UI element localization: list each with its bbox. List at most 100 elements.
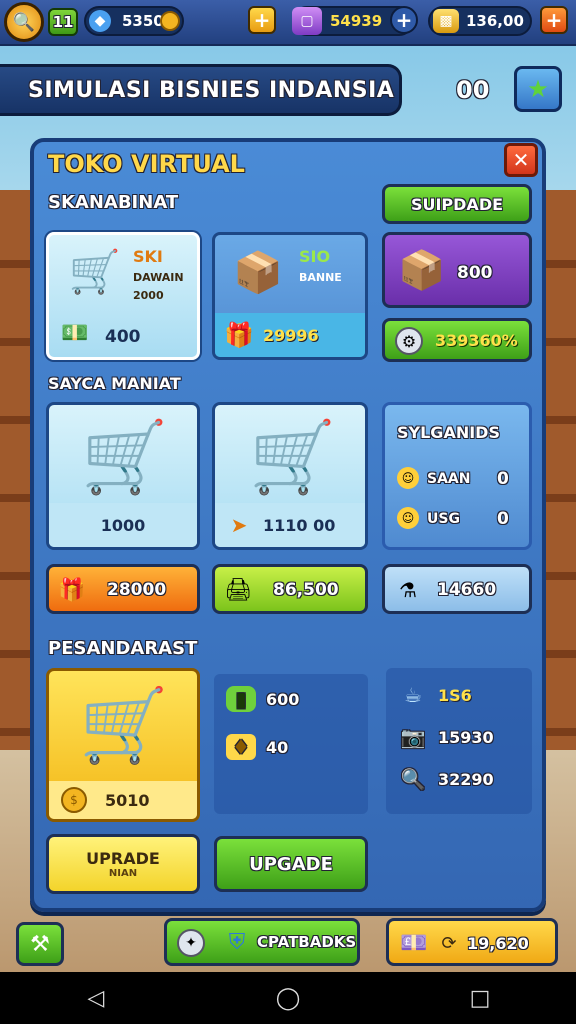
upgrade-small-sub: NIAN: [108, 868, 138, 879]
stat-row-cup: ☕ 1S6: [398, 682, 472, 708]
stat-ticket-value: 40: [266, 737, 289, 757]
close-button[interactable]: ✕: [504, 143, 538, 177]
add-coins-button[interactable]: +: [248, 6, 276, 34]
score-display: 00: [456, 76, 490, 104]
store-item-card-2[interactable]: 📦 SIO BANNE 🎁 29996: [212, 232, 368, 360]
stat-row-camera: 📷 15930: [398, 724, 494, 750]
gem-icon: ◆: [89, 10, 111, 32]
shopping-cart-icon: 🛒: [249, 415, 337, 498]
side-card-title: SYLGANIDS: [397, 423, 500, 442]
side-row1-label: SAAN: [427, 471, 471, 487]
stat-battery-value: 600: [266, 689, 300, 709]
shopping-cart-icon: 🛒: [68, 247, 122, 296]
gold-bars-icon: ▩: [433, 9, 459, 33]
level-badge: 11: [48, 8, 78, 36]
side-row2-value: 0: [497, 509, 509, 529]
cart1-price-strip: 1000: [49, 503, 197, 547]
card2-name: SIO: [299, 247, 331, 266]
hammer-icon: ⚒: [30, 931, 50, 957]
card1-sub2: 2000: [133, 289, 164, 302]
gems-value: 54939: [330, 12, 383, 30]
section1-title: SKANABINAT: [48, 192, 179, 213]
register-icon: 🖨: [224, 577, 252, 603]
stat-row-ticket: ♦ 40: [226, 734, 288, 760]
add-gems-button[interactable]: +: [390, 6, 418, 34]
gold-value: 136,00: [466, 12, 524, 30]
featured-price: 5010: [105, 790, 150, 810]
star-button[interactable]: ★: [514, 66, 562, 112]
back-icon[interactable]: ◁: [76, 986, 116, 1011]
card2-price-strip: 🎁 29996: [215, 313, 365, 357]
close-icon: ✕: [512, 148, 530, 172]
coin-icon: [160, 11, 180, 31]
money-icon: 💵: [61, 320, 89, 346]
currency-shop-button[interactable]: 💷 ⟳ 19,620: [386, 918, 558, 966]
stat-row-magnifier: 🔍 32290: [398, 766, 494, 792]
camera-icon: 📷: [400, 725, 426, 749]
shield-icon: ⛨: [228, 929, 246, 955]
store-shelf-left: [0, 190, 32, 750]
gift-icon: 🎁: [58, 577, 86, 603]
upgrade-big-button[interactable]: UPGADE: [214, 836, 368, 892]
featured-cart-card[interactable]: 🛒 $ 5010: [46, 668, 200, 822]
ticket-icon: ♦: [226, 734, 256, 760]
percent-button[interactable]: ⚙ 339360%: [382, 318, 532, 362]
cart2-price-strip: ➤ 1110 00: [215, 503, 365, 547]
shopping-cart-icon: 🛒: [79, 682, 169, 767]
battery-icon: ▮: [226, 686, 256, 712]
home-icon[interactable]: ◯: [268, 986, 308, 1011]
compass-icon: ✦: [177, 929, 205, 957]
lightblue-button-value: 14660: [437, 580, 497, 600]
cardboard-box-icon: 📦: [398, 247, 446, 292]
store-item-card-1[interactable]: 🛒 SKI DAWAIN 2000 💵 400: [46, 232, 200, 360]
card2-price: 29996: [263, 325, 319, 345]
side-row2-label: USG: [427, 511, 460, 527]
profile-icon[interactable]: 🔍: [4, 2, 44, 42]
gear-icon: ⚙: [395, 327, 423, 355]
stat-camera-value: 15930: [438, 727, 494, 747]
upgrade-small-button[interactable]: UPRADE NIAN: [46, 834, 200, 894]
section2-title: SAYCA MANIAT: [48, 374, 181, 393]
star-icon: ★: [527, 75, 549, 103]
featured-price-strip: $ 5010: [49, 781, 197, 819]
stat-row-battery: ▮ 600: [226, 686, 299, 712]
section3-title: PESANDARAST: [48, 638, 198, 659]
panel-title: TOKO VIRTUAL: [48, 150, 245, 178]
left-action-button[interactable]: ⚒: [16, 922, 64, 966]
catbadks-label: CPATBADKS: [257, 933, 357, 951]
stat-cup-value: 1S6: [438, 685, 472, 705]
percent-value: 339360%: [435, 331, 518, 350]
suipdade-button[interactable]: SUIPDADE: [382, 184, 532, 224]
shopping-cart-icon: 🛒: [81, 415, 169, 498]
system-navigation-bar: ◁ ◯ □: [0, 972, 576, 1024]
syl-ganids-card: SYLGANIDS ☺ SAAN 0 ☺ USG 0: [382, 402, 532, 550]
cart1-price: 1000: [100, 515, 146, 535]
card1-sub1: DAWAIN: [133, 271, 184, 284]
coins-pill: ◆ 53502: [84, 6, 184, 36]
cart2-price: 1110 00: [263, 515, 336, 535]
side-row1-value: 0: [497, 469, 509, 489]
catbadks-button[interactable]: ✦ ⛨ CPATBADKS: [164, 918, 360, 966]
magnifier-icon: 🔍: [400, 767, 426, 791]
refresh-icon: ⟳: [441, 932, 457, 954]
present-icon: 🎁: [224, 321, 254, 349]
upgrade-small-label: UPRADE: [86, 849, 160, 868]
add-gold-button[interactable]: +: [540, 6, 568, 34]
orange-buy-button[interactable]: 🎁 28000: [46, 564, 200, 614]
card2-sub1: BANNE: [299, 271, 342, 284]
card1-price: 400: [105, 327, 141, 347]
currency-value: 19,620: [467, 934, 529, 953]
box-value: 800: [457, 263, 493, 283]
stat-magnifier-value: 32290: [438, 769, 494, 789]
cup-icon: ☕: [404, 683, 422, 707]
cash-stack-icon: 💷: [400, 930, 428, 956]
recents-icon[interactable]: □: [460, 986, 500, 1011]
cart-card-1[interactable]: 🛒 1000: [46, 402, 200, 550]
orange-button-value: 28000: [107, 580, 167, 600]
gold-pill: ▩ 136,00: [428, 6, 532, 36]
lime-buy-button[interactable]: 🖨 86,500: [212, 564, 368, 614]
box-card[interactable]: 📦 800: [382, 232, 532, 308]
potion-icon: ⚗: [399, 578, 417, 602]
cart-card-2[interactable]: 🛒 ➤ 1110 00: [212, 402, 368, 550]
lightblue-buy-button[interactable]: ⚗ 14660: [382, 564, 532, 614]
